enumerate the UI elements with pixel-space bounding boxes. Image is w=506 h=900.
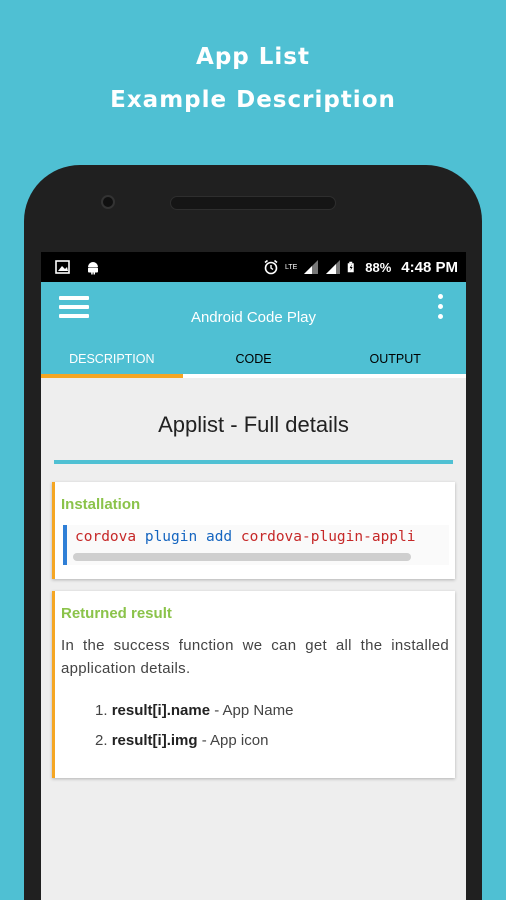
code-block[interactable]: cordova plugin add cordova-plugin-appli	[63, 525, 449, 565]
app-bar: Android Code Play DESCRIPTION CODE OUTPU…	[41, 282, 466, 378]
list-item-desc: - App icon	[197, 732, 269, 749]
signal-icon	[326, 260, 341, 274]
description-content: Applist - Full details Installation cord…	[41, 412, 466, 778]
tab-description[interactable]: DESCRIPTION	[41, 350, 183, 378]
lte-label: LTE	[284, 263, 298, 271]
signal-icon	[304, 260, 319, 274]
code-line: cordova plugin add cordova-plugin-appli	[75, 529, 449, 545]
result-list: 1. result[i].name - App Name 2. result[i…	[95, 696, 449, 756]
list-item-desc: - App Name	[210, 702, 294, 719]
android-icon	[88, 262, 98, 275]
more-options-icon[interactable]	[438, 294, 444, 324]
app-title: Android Code Play	[190, 309, 317, 326]
alarm-icon	[264, 259, 278, 275]
status-time: 4:48 PM	[401, 258, 458, 276]
tab-code[interactable]: CODE	[183, 350, 325, 374]
battery-percent: 88%	[365, 259, 392, 275]
phone-screen: LTE 88% 4:48 PM Android Code Play DESCRI…	[41, 252, 466, 900]
list-item: 1. result[i].name - App Name	[95, 696, 449, 726]
promo-title: App List	[196, 44, 310, 70]
code-scrollbar[interactable]	[73, 553, 411, 561]
code-keyword-plugin: plugin	[144, 529, 198, 545]
list-item-number: 1.	[95, 702, 108, 719]
installation-title: Installation	[61, 496, 141, 513]
result-description: In the success function we can get all t…	[61, 637, 449, 677]
page-title: Applist - Full details	[158, 412, 349, 437]
installation-card: Installation cordova plugin add cordova-…	[52, 482, 455, 579]
code-package: cordova-plugin-appli	[240, 529, 416, 545]
status-bar: LTE 88% 4:48 PM	[41, 252, 466, 282]
list-item-key: result[i].name	[111, 702, 211, 719]
camera-icon	[101, 195, 115, 209]
promo-subtitle: Example Description	[110, 87, 396, 113]
result-title: Returned result	[61, 605, 172, 622]
battery-icon	[348, 261, 355, 273]
tab-bar: DESCRIPTION CODE OUTPUT	[41, 350, 466, 378]
image-icon	[55, 260, 70, 274]
code-keyword-add: add	[205, 529, 233, 545]
list-item-key: result[i].img	[111, 732, 198, 749]
heading-divider	[54, 460, 453, 464]
result-card: Returned result In the success function …	[52, 591, 455, 778]
tab-output[interactable]: OUTPUT	[324, 350, 466, 374]
list-item-number: 2.	[95, 732, 108, 749]
speaker-grille	[170, 196, 336, 210]
code-command: cordova	[75, 529, 137, 545]
list-item: 2. result[i].img - App icon	[95, 726, 449, 756]
